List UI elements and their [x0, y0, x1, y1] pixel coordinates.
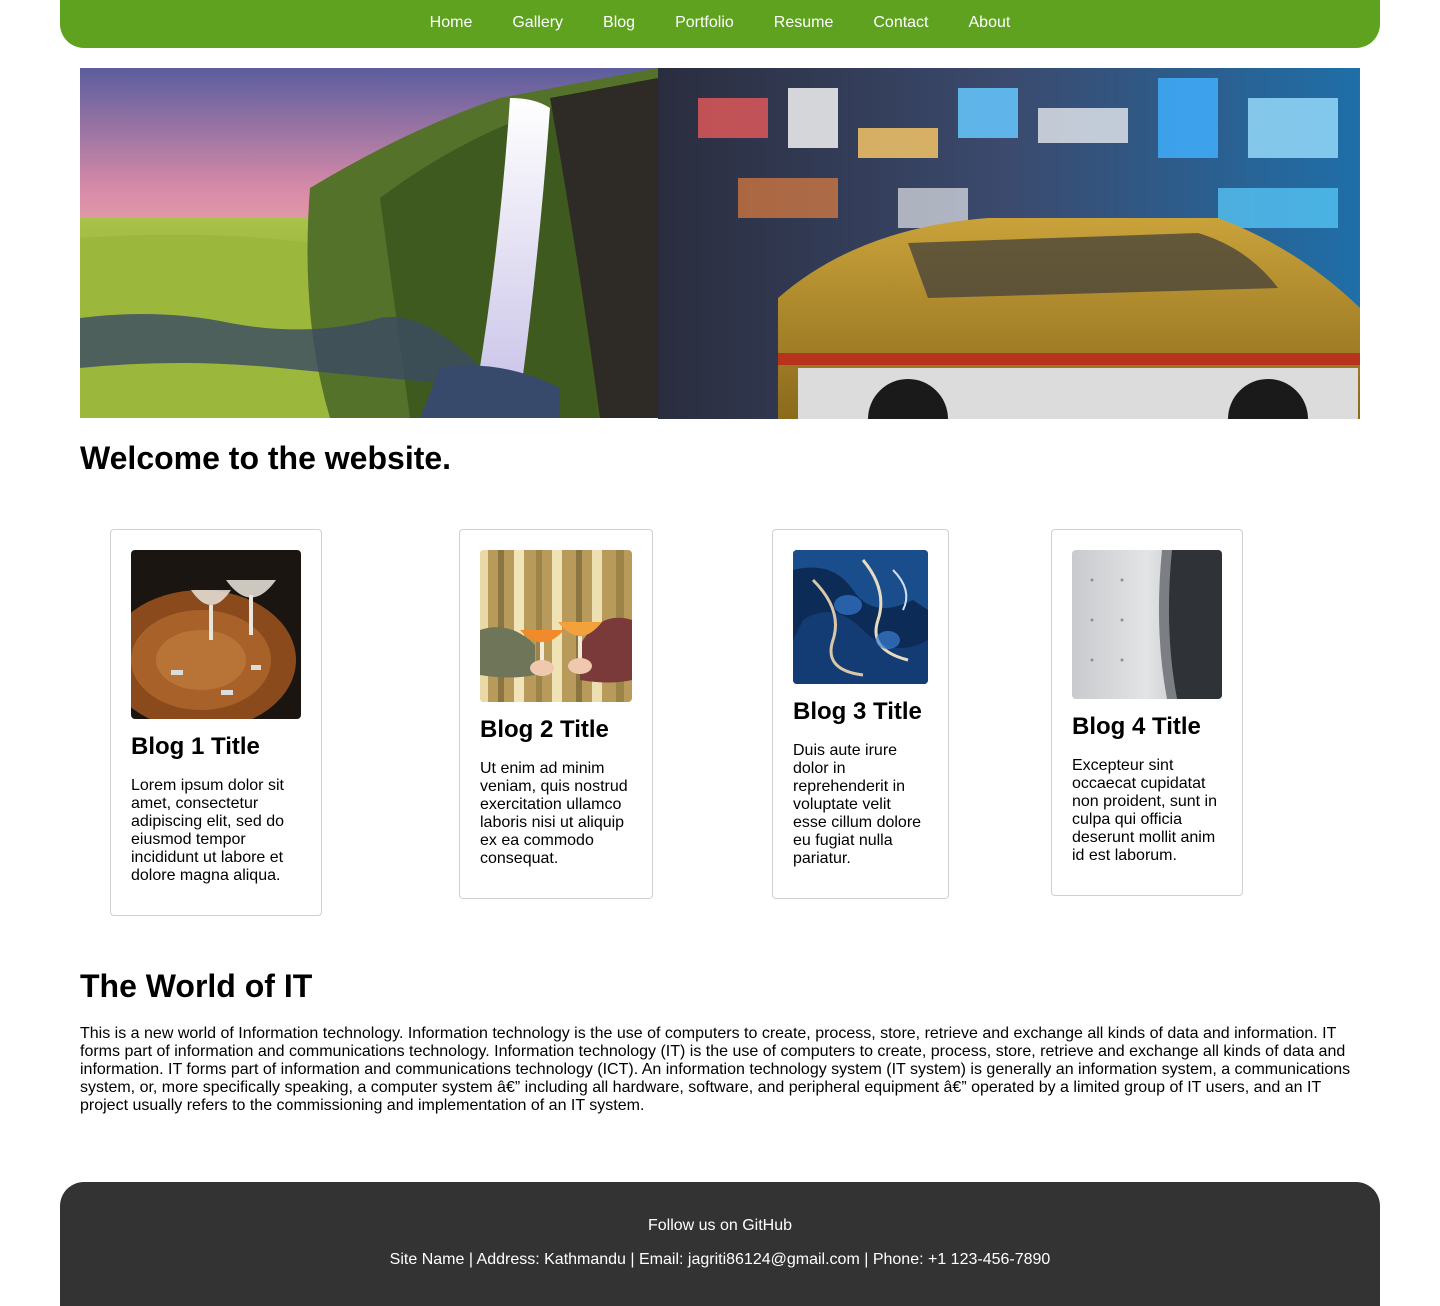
- blue-marble-photo: [793, 550, 928, 684]
- nav-resume-link[interactable]: Resume: [774, 0, 834, 32]
- blog-excerpt: Lorem ipsum dolor sit amet, consectetur …: [131, 777, 284, 884]
- it-section-title: The World of IT: [80, 968, 313, 1004]
- toast-drinks-photo: [480, 550, 632, 702]
- hero-banner: [80, 68, 1360, 419]
- blog-card-2[interactable]: Blog 2 Title Ut enim ad minim veniam, qu…: [459, 529, 653, 899]
- blog-excerpt: Duis aute irure dolor in reprehenderit i…: [793, 742, 922, 867]
- site-footer: Follow us on GitHub Site Name | Address:…: [60, 1182, 1380, 1306]
- nav-home-link[interactable]: Home: [430, 0, 473, 32]
- concrete-wall-photo: [1072, 550, 1222, 699]
- city-taxi-photo: [658, 68, 1360, 419]
- blog-title: Blog 2 Title: [480, 716, 609, 743]
- cocktail-glasses-photo: [131, 550, 301, 719]
- nav-blog-link[interactable]: Blog: [603, 0, 635, 32]
- blog-card-3[interactable]: Blog 3 Title Duis aute irure dolor in re…: [772, 529, 949, 899]
- contact-info: Site Name | Address: Kathmandu | Email: …: [389, 1251, 1051, 1268]
- blog-title: Blog 4 Title: [1072, 713, 1201, 740]
- nav-portfolio-link[interactable]: Portfolio: [675, 0, 734, 32]
- github-follow-link[interactable]: Follow us on GitHub: [60, 1217, 1380, 1235]
- blog-card-1[interactable]: Blog 1 Title Lorem ipsum dolor sit amet,…: [110, 529, 322, 916]
- blog-title: Blog 3 Title: [793, 698, 922, 725]
- nav-gallery-link[interactable]: Gallery: [512, 0, 563, 32]
- blog-title: Blog 1 Title: [131, 733, 260, 760]
- waterfall-landscape-photo: [80, 68, 658, 418]
- welcome-heading: Welcome to the website.: [80, 440, 452, 476]
- top-navigation: Home Gallery Blog Portfolio Resume Conta…: [60, 0, 1380, 48]
- nav-about-link[interactable]: About: [969, 0, 1011, 32]
- blog-excerpt: Ut enim ad minim veniam, quis nostrud ex…: [480, 760, 628, 867]
- nav-contact-link[interactable]: Contact: [873, 0, 928, 32]
- it-section-text: This is a new world of Information techn…: [80, 1025, 1351, 1114]
- blog-card-4[interactable]: Blog 4 Title Excepteur sint occaecat cup…: [1051, 529, 1243, 896]
- blog-excerpt: Excepteur sint occaecat cupidatat non pr…: [1072, 757, 1217, 864]
